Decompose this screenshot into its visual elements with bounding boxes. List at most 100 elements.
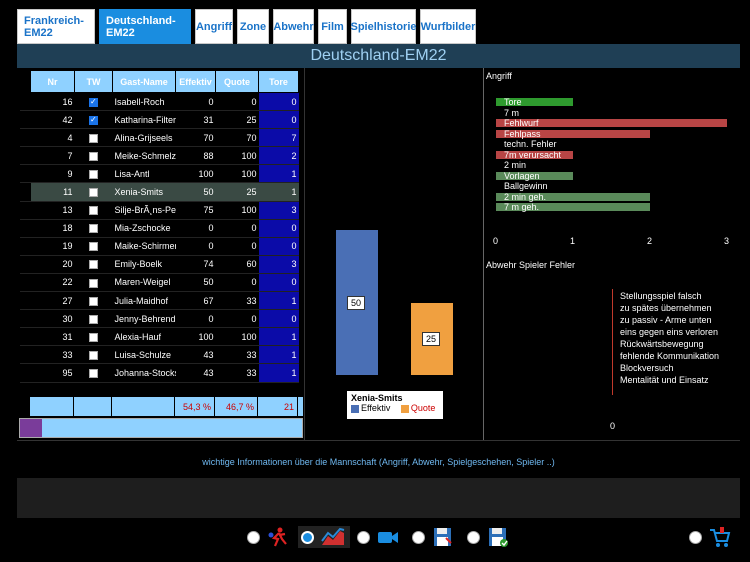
handball-player-icon[interactable] (266, 526, 290, 548)
radio-video[interactable] (357, 531, 370, 544)
tw-checkbox[interactable] (89, 350, 98, 360)
cell-tore: 1 (258, 182, 299, 202)
cell-tore: 0 (258, 219, 299, 238)
tw-checkbox[interactable] (89, 332, 98, 342)
cell-nr: 19 (30, 237, 75, 256)
col-tw[interactable]: TW (74, 70, 113, 93)
col-tore[interactable]: Tore (258, 70, 299, 93)
table-row[interactable]: 22 Maren-Weigel 50 0 0 (19, 273, 299, 293)
tab-frankreich[interactable]: Frankreich-EM22 (17, 9, 95, 44)
legend-swatch-effektiv (351, 404, 359, 413)
cart-icon[interactable] (708, 526, 732, 548)
tw-checkbox[interactable] (89, 369, 98, 379)
tw-checkbox[interactable] (89, 169, 98, 179)
chart-icon[interactable] (320, 527, 346, 547)
table-row[interactable]: 4 Alina-Grijseels 70 70 7 (19, 128, 299, 148)
tab-spielhistorie[interactable]: Spielhistorie (350, 9, 417, 44)
row-header (19, 110, 31, 130)
cell-quote: 25 (215, 110, 259, 130)
table-row[interactable]: 18 Mia-Zschocke 0 0 0 (19, 219, 299, 238)
abwehr-item: Rückwärtsbewegung (620, 339, 704, 349)
cell-nr: 16 (30, 92, 75, 112)
table-row[interactable]: 16Isabell-Roch000 (19, 92, 299, 112)
tw-checkbox[interactable] (89, 151, 98, 161)
cell-tw (74, 182, 113, 202)
tw-checkbox[interactable] (89, 115, 98, 125)
tw-checkbox[interactable] (89, 224, 98, 234)
bar-quote-label: 25 (422, 331, 441, 346)
table-row[interactable]: 27 Julia-Maidhof 67 33 1 (19, 291, 299, 311)
tab-angriff[interactable]: Angriff (195, 9, 233, 44)
angriff-label: 7 m geh. (504, 202, 540, 212)
footer-quote: 46,7 % (215, 397, 258, 416)
cell-tw (74, 219, 113, 238)
radio-save-check[interactable] (467, 531, 480, 544)
table-row[interactable]: 33 Luisa-Schulze 43 33 1 (19, 345, 299, 365)
tw-checkbox[interactable] (89, 97, 98, 107)
video-camera-icon[interactable] (376, 526, 400, 548)
cell-nr: 9 (30, 164, 75, 184)
tab-abwehr[interactable]: Abwehr (273, 9, 314, 44)
horizontal-scrollbar[interactable] (19, 418, 303, 438)
scroll-thumb[interactable] (20, 419, 42, 437)
cell-nr: 18 (30, 219, 75, 238)
table-row[interactable]: 42 Katharina-Filter31250 (19, 110, 299, 130)
tw-checkbox[interactable] (89, 278, 98, 288)
tw-checkbox[interactable] (89, 242, 98, 252)
cell-effektiv: 88 (175, 146, 216, 166)
radio-player[interactable] (247, 531, 260, 544)
col-effektiv[interactable]: Effektiv (175, 70, 216, 93)
cell-nr: 27 (30, 291, 75, 311)
tw-checkbox[interactable] (89, 188, 98, 198)
chart-tool-group (298, 526, 350, 548)
abwehr-axis-zero: 0 (610, 421, 616, 431)
cell-tw (74, 345, 113, 365)
tw-checkbox[interactable] (89, 314, 98, 324)
angriff-label: Vorlagen (504, 170, 540, 181)
tw-checkbox[interactable] (89, 260, 98, 270)
col-quote[interactable]: Quote (215, 70, 259, 93)
col-name[interactable]: Gast-Name (112, 70, 176, 93)
save-icon[interactable] (431, 526, 455, 548)
cell-effektiv: 43 (175, 345, 216, 365)
footer-tore: 21 (258, 397, 298, 416)
tw-checkbox[interactable] (89, 133, 98, 143)
angriff-label: 7m verursacht (504, 149, 562, 160)
table-row[interactable]: 31 Alexia-Hauf 100 100 1 (19, 327, 299, 347)
cell-tore: 0 (258, 309, 299, 329)
radio-save[interactable] (412, 531, 425, 544)
tab-wurfbilder[interactable]: Wurfbilder (420, 9, 476, 44)
cell-quote: 60 (215, 255, 259, 274)
cell-nr: 7 (30, 146, 75, 166)
cell-tore: 1 (258, 164, 299, 184)
table-row[interactable]: 7 Meike-Schmelzer881002 (19, 146, 299, 166)
row-header (19, 182, 31, 202)
table-row[interactable]: 95 Johanna-Stockschläder43331 (19, 363, 299, 383)
table-row[interactable]: 9 Lisa-Antl 100 100 1 (19, 164, 299, 184)
tab-film[interactable]: Film (318, 9, 347, 44)
cell-effektiv: 74 (175, 255, 216, 274)
tw-checkbox[interactable] (89, 206, 98, 216)
table-row[interactable]: 20 Emily-Boelk 74 60 3 (19, 255, 299, 274)
abwehr-item: Stellungsspiel falsch (620, 291, 702, 301)
cell-tore: 3 (258, 201, 299, 220)
row-header (19, 201, 31, 220)
table-row[interactable]: 30 Jenny-Behrend 0 0 0 (19, 309, 299, 329)
row-header (19, 255, 31, 274)
tick-2: 2 (647, 236, 653, 246)
radio-chart[interactable] (301, 531, 314, 544)
tab-deutschland[interactable]: Deutschland-EM22 (99, 9, 191, 44)
tw-checkbox[interactable] (89, 296, 98, 306)
table-row[interactable]: 19 Maike-Schirmer 0 0 0 (19, 237, 299, 256)
save-check-icon[interactable] (486, 526, 510, 548)
tab-zone[interactable]: Zone (237, 9, 269, 44)
table-row[interactable]: 13 Silje-BrÃ¸ns-Petersen751003 (19, 201, 299, 220)
cell-quote: 100 (215, 327, 259, 347)
angriff-title: Angriff (486, 71, 512, 81)
cell-quote: 70 (215, 128, 259, 148)
table-row[interactable]: 11 Xenia-Smits 50 25 1 (19, 182, 299, 202)
cell-quote: 33 (215, 291, 259, 311)
col-nr[interactable]: Nr (30, 70, 75, 93)
row-header (19, 219, 31, 238)
radio-cart[interactable] (689, 531, 702, 544)
